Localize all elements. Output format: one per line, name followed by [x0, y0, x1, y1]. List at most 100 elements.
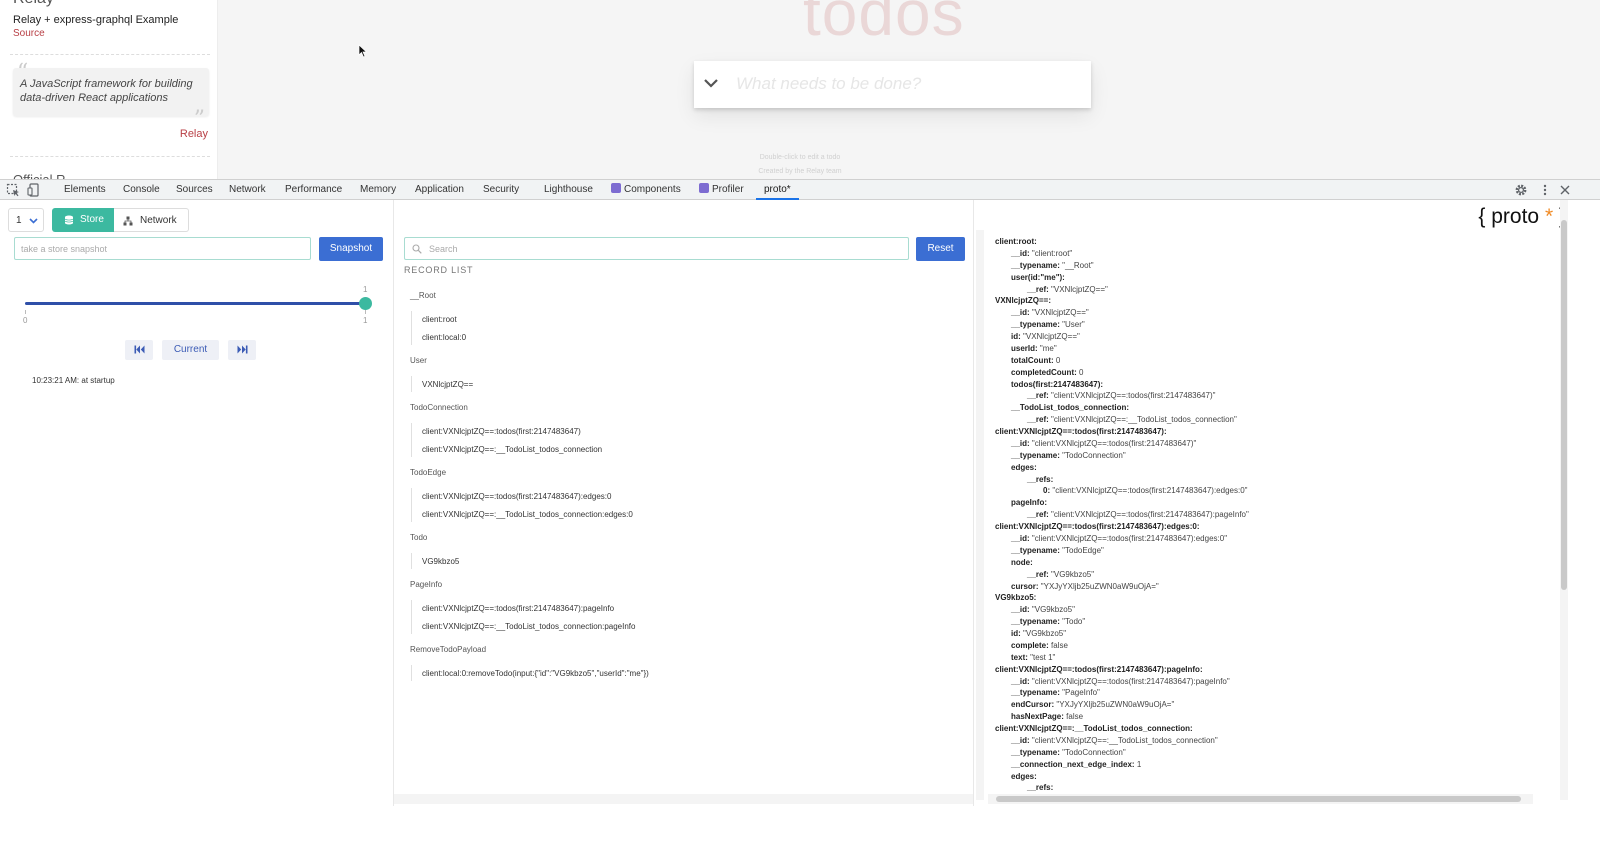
record-item[interactable]: client:VXNlcjptZQ==:todos(first:21474836…	[422, 427, 581, 436]
scrollbar-thumb[interactable]	[1561, 220, 1567, 590]
record-list-title: RECORD LIST	[404, 265, 474, 275]
store-line: __refs:	[1027, 475, 1053, 485]
device-toolbar-icon[interactable]	[27, 183, 41, 197]
store-line: __refs:	[1027, 783, 1053, 793]
store-key: client:VXNlcjptZQ==:todos(first:21474836…	[995, 427, 1167, 437]
record-item[interactable]: client:local:0	[422, 333, 466, 342]
record-item[interactable]: client:VXNlcjptZQ==:__TodoList_todos_con…	[422, 622, 635, 631]
horizontal-scrollbar[interactable]	[988, 794, 1533, 804]
store-toggle-label: Store	[80, 214, 104, 225]
slider-tick	[25, 310, 26, 314]
record-search-input[interactable]	[429, 240, 899, 257]
skip-forward-icon	[237, 345, 247, 354]
vertical-scrollbar[interactable]	[1560, 200, 1568, 800]
store-value: "Todo"	[1062, 617, 1086, 627]
record-item[interactable]: VXNlcjptZQ==	[422, 380, 473, 389]
database-icon	[64, 215, 74, 225]
history-entry[interactable]: 10:23:21 AM: at startup	[32, 376, 115, 385]
example-title: Relay + express-graphql Example	[13, 14, 179, 26]
store-toggle-button[interactable]: Store	[52, 208, 114, 232]
record-item[interactable]: client:VXNlcjptZQ==:__TodoList_todos_con…	[422, 445, 602, 454]
divider	[10, 54, 210, 55]
record-item[interactable]: VG9kbzo5	[422, 557, 459, 566]
store-value: "VG9kbzo5"	[1031, 605, 1075, 615]
store-line: __ref: "client:VXNlcjptZQ==:todos(first:…	[1027, 510, 1249, 520]
record-type-heading: TodoEdge	[410, 468, 447, 477]
store-key: __typename:	[1011, 617, 1060, 627]
store-value: "client:VXNlcjptZQ==:todos(first:2147483…	[1051, 391, 1216, 401]
search-icon	[412, 244, 422, 254]
tab-console[interactable]: Console	[123, 180, 160, 200]
tab-proto[interactable]: proto*	[756, 180, 799, 200]
history-slider-track[interactable]	[25, 302, 366, 305]
first-snapshot-button[interactable]	[125, 340, 153, 360]
snapshot-name-input[interactable]	[14, 237, 311, 260]
record-search-box	[404, 237, 909, 260]
store-key: __ref:	[1027, 415, 1049, 425]
quote-text: A JavaScript framework for building data…	[20, 78, 193, 104]
history-slider-thumb[interactable]	[359, 297, 372, 310]
record-type-heading: TodoConnection	[410, 403, 468, 412]
record-type-heading: __Root	[410, 291, 436, 300]
inspect-element-icon[interactable]	[6, 183, 20, 197]
tab-profiler[interactable]: Profiler	[699, 180, 744, 200]
store-line: __connection_next_edge_index: 1	[1011, 760, 1141, 770]
close-devtools-icon[interactable]	[1558, 183, 1572, 197]
network-icon	[123, 216, 133, 226]
new-todo-input[interactable]	[736, 72, 1076, 96]
tab-performance[interactable]: Performance	[285, 180, 342, 200]
store-line: pageInfo:	[1011, 498, 1047, 508]
store-key: __ref:	[1027, 510, 1049, 520]
vertical-scrollbar[interactable]	[976, 230, 984, 800]
store-value: 0	[1079, 367, 1084, 377]
tab-memory[interactable]: Memory	[360, 180, 396, 200]
settings-gear-icon[interactable]	[1514, 183, 1528, 197]
source-link[interactable]: Source	[13, 28, 45, 39]
footer-credit: Created by the Relay team	[758, 168, 842, 175]
more-options-icon[interactable]	[1538, 183, 1552, 197]
store-line: __typename: "User"	[1011, 320, 1085, 330]
store-value: "TodoConnection"	[1062, 747, 1126, 757]
slider-min-label: 0	[23, 316, 28, 325]
store-key: __typename:	[1011, 747, 1060, 757]
record-type-heading: PageInfo	[410, 580, 443, 589]
new-todo-box	[694, 61, 1091, 108]
store-value: "client:VXNlcjptZQ==:todos(first:2147483…	[1031, 676, 1230, 686]
quote-author-link[interactable]: Relay	[180, 128, 208, 140]
tab-security[interactable]: Security	[483, 180, 519, 200]
store-key: cursor:	[1011, 581, 1039, 591]
store-value: false	[1051, 640, 1068, 650]
proto-logo-text: { proto	[1478, 205, 1545, 228]
tab-network[interactable]: Network	[229, 180, 266, 200]
current-snapshot-button[interactable]: Current	[162, 340, 219, 360]
store-line: __typename: "TodoEdge"	[1011, 546, 1104, 556]
record-item[interactable]: client:VXNlcjptZQ==:todos(first:21474836…	[422, 492, 611, 501]
record-item[interactable]: client:local:0:removeTodo(input:{"id":"V…	[422, 669, 649, 678]
scrollbar-thumb[interactable]	[996, 796, 1521, 802]
store-line: __id: "client:VXNlcjptZQ==:todos(first:2…	[1011, 677, 1230, 687]
store-line: __ref: "VXNlcjptZQ=="	[1027, 285, 1108, 295]
tab-lighthouse[interactable]: Lighthouse	[544, 180, 593, 200]
store-value: "TodoEdge"	[1062, 545, 1104, 555]
reset-button[interactable]: Reset	[916, 237, 965, 261]
slider-max-label: 1	[363, 316, 368, 325]
store-key: __id:	[1011, 248, 1030, 258]
toggle-all-chevron-icon[interactable]	[703, 75, 719, 91]
snapshot-button[interactable]: Snapshot	[319, 237, 383, 261]
tab-elements[interactable]: Elements	[64, 180, 106, 200]
record-item[interactable]: client:VXNlcjptZQ==:todos(first:21474836…	[422, 604, 614, 613]
last-snapshot-button[interactable]	[228, 340, 256, 360]
tab-components[interactable]: Components	[611, 180, 681, 200]
store-key: __typename:	[1011, 688, 1060, 698]
store-key: pageInfo:	[1011, 498, 1047, 508]
store-line: __ref: "VG9kbzo5"	[1027, 570, 1094, 580]
horizontal-scrollbar[interactable]	[394, 794, 974, 804]
record-item[interactable]: client:VXNlcjptZQ==:__TodoList_todos_con…	[422, 510, 633, 519]
tab-application[interactable]: Application	[415, 180, 464, 200]
record-item[interactable]: client:root	[422, 315, 457, 324]
network-toggle-button[interactable]: Network	[114, 208, 189, 232]
store-key: todos(first:2147483647):	[1011, 379, 1104, 389]
tab-sources[interactable]: Sources	[176, 180, 213, 200]
store-key: text:	[1011, 652, 1028, 662]
environment-select[interactable]: 1	[8, 208, 44, 232]
